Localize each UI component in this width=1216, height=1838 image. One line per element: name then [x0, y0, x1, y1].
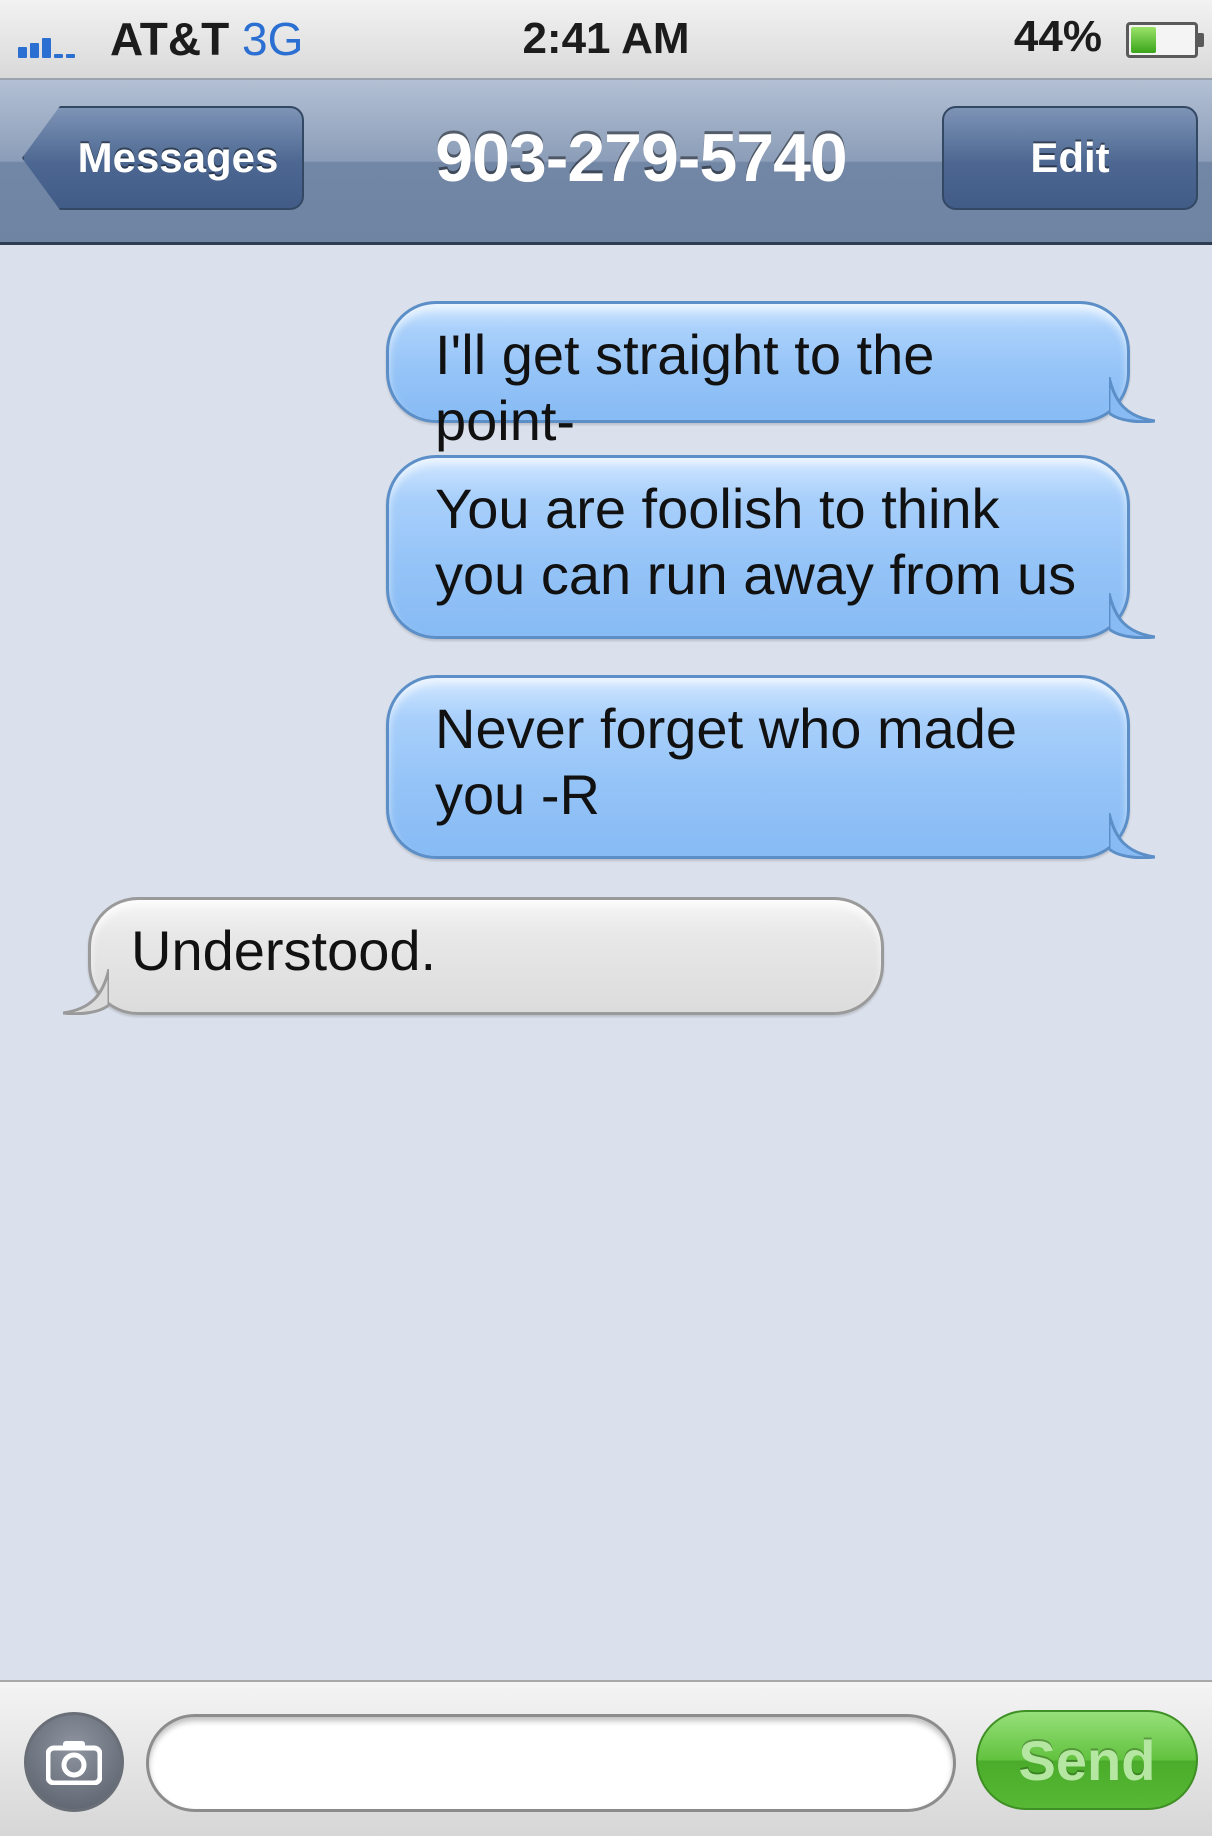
message-list[interactable]: I'll get straight to the point- You are …	[0, 245, 1212, 1680]
message-text: Understood.	[131, 919, 437, 982]
message-bubble-sent[interactable]: You are foolish to think you can run awa…	[386, 455, 1155, 639]
message-text: Never forget who made you -R	[435, 697, 1018, 826]
message-text: I'll get straight to the point-	[435, 323, 935, 452]
battery-percent: 44%	[1013, 12, 1102, 61]
message-input[interactable]	[146, 1714, 956, 1812]
navigation-bar: Messages 903-279-5740 Edit	[0, 80, 1212, 245]
message-bubble-sent[interactable]: I'll get straight to the point-	[386, 301, 1155, 452]
battery-icon	[1126, 22, 1204, 58]
message-composer: Send	[0, 1680, 1212, 1836]
bubble-tail-icon	[1109, 377, 1155, 423]
edit-button[interactable]: Edit	[942, 106, 1198, 210]
message-bubble-received[interactable]: Understood.	[63, 897, 884, 1015]
message-text: You are foolish to think you can run awa…	[435, 477, 1077, 606]
battery-fill	[1131, 27, 1157, 53]
status-bar: AT&T 3G 2:41 AM 44%	[0, 0, 1212, 80]
bubble-tail-icon	[63, 969, 109, 1015]
bubble-tail-icon	[1109, 593, 1155, 639]
camera-icon	[46, 1741, 102, 1785]
bubble-tail-icon	[1109, 813, 1155, 859]
send-button[interactable]: Send	[976, 1710, 1198, 1810]
camera-button[interactable]	[24, 1712, 124, 1812]
back-to-messages-button[interactable]: Messages	[22, 106, 304, 210]
message-bubble-sent[interactable]: Never forget who made you -R	[386, 675, 1155, 859]
conversation-title: 903-279-5740	[435, 120, 847, 196]
messages-screen: AT&T 3G 2:41 AM 44% Messages 903-279-574…	[0, 0, 1212, 1836]
